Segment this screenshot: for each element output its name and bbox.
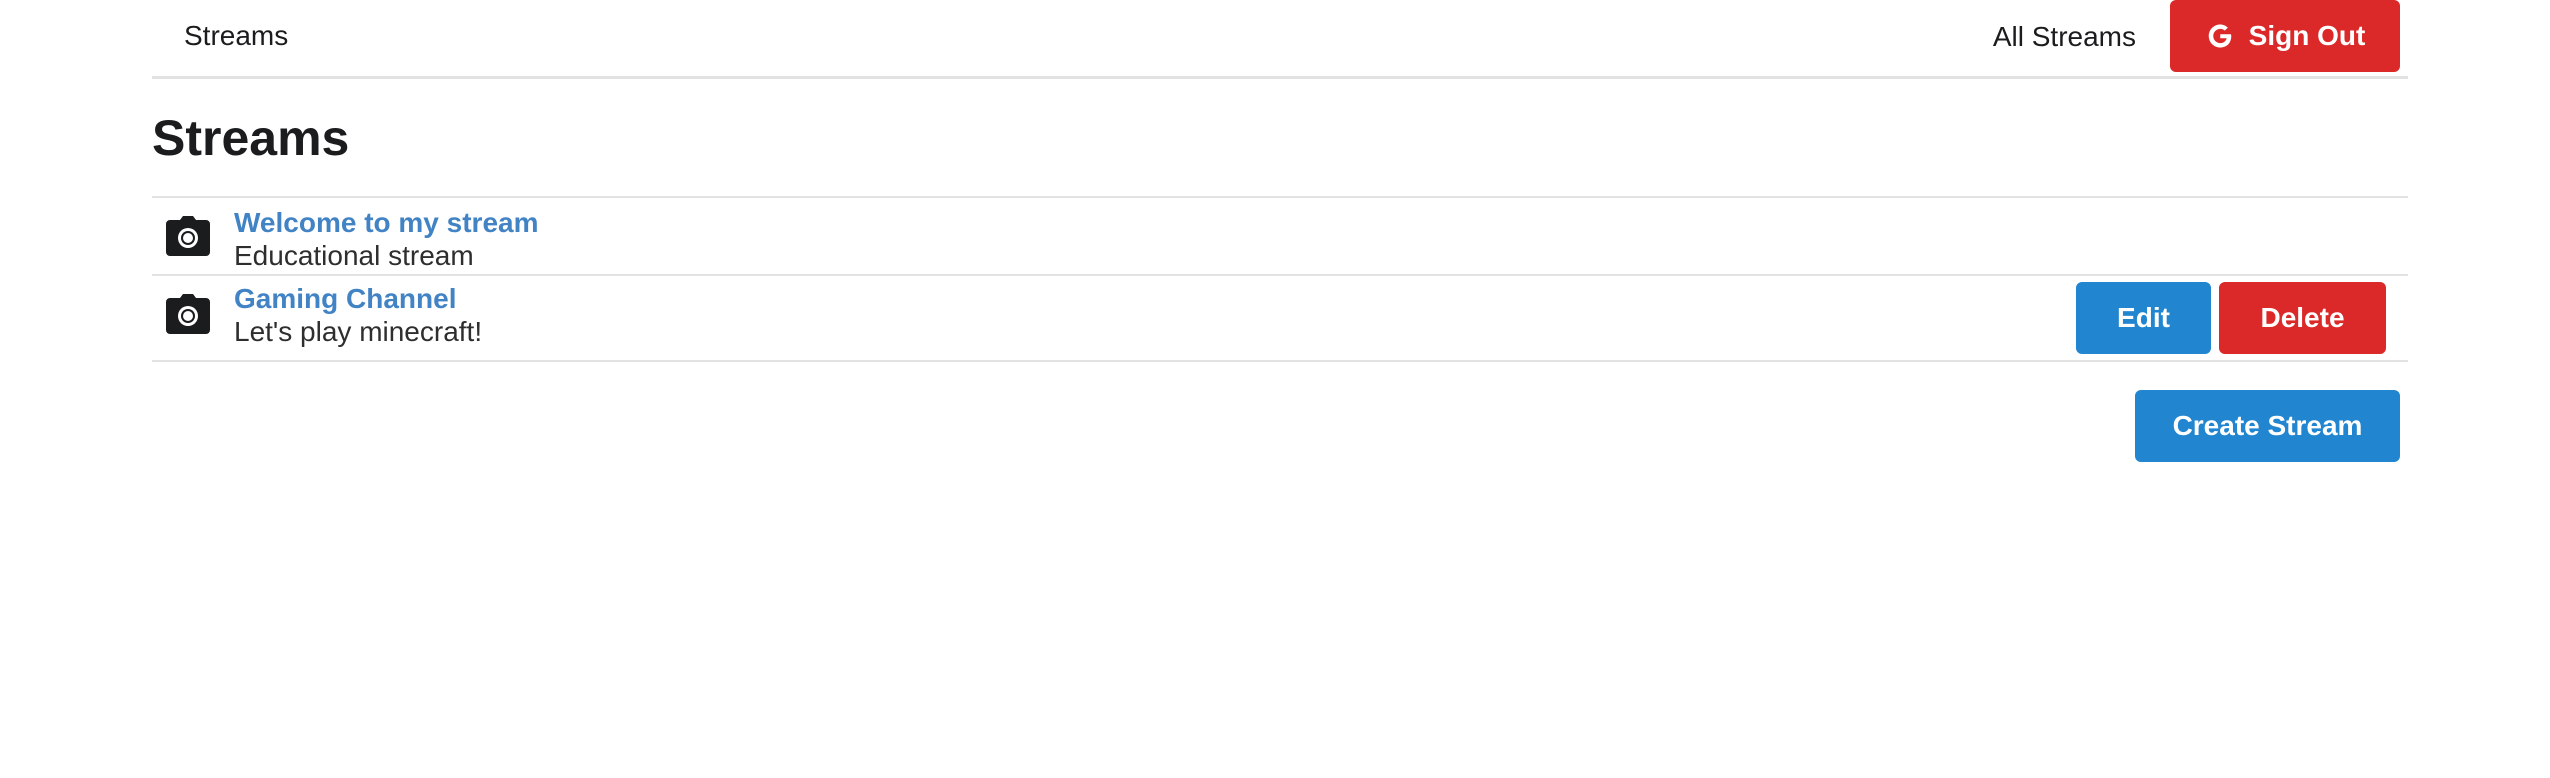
stream-content: Welcome to my stream Educational stream <box>234 206 539 272</box>
camera-icon <box>166 216 210 256</box>
stream-list-item: Welcome to my stream Educational stream <box>152 198 2408 276</box>
top-menu: Streams All Streams Sign Out <box>152 0 2408 79</box>
stream-actions: Edit Delete <box>2076 282 2386 354</box>
edit-button[interactable]: Edit <box>2076 282 2211 354</box>
page-title: Streams <box>152 110 350 166</box>
create-stream-button[interactable]: Create Stream <box>2135 390 2400 462</box>
page-container: Streams All Streams Sign Out Streams Wel… <box>152 0 2408 462</box>
stream-list: Welcome to my stream Educational stream … <box>152 196 2408 362</box>
all-streams-link[interactable]: All Streams <box>1993 19 2136 55</box>
google-icon <box>2208 24 2231 48</box>
sign-out-label: Sign Out <box>2248 20 2366 51</box>
stream-description: Educational stream <box>234 240 474 271</box>
delete-button[interactable]: Delete <box>2219 282 2386 354</box>
streams-home-link[interactable]: Streams <box>184 18 288 54</box>
stream-title-link[interactable]: Gaming Channel <box>234 282 482 316</box>
camera-icon <box>166 294 210 334</box>
stream-title-link[interactable]: Welcome to my stream <box>234 206 539 240</box>
stream-list-item: Gaming Channel Let's play minecraft! Edi… <box>152 276 2408 362</box>
create-stream-wrap: Create Stream <box>2135 390 2400 462</box>
stream-content: Gaming Channel Let's play minecraft! <box>234 282 482 348</box>
stream-description: Let's play minecraft! <box>234 316 483 347</box>
sign-out-button[interactable]: Sign Out <box>2170 0 2400 72</box>
menu-right-group: All Streams Sign Out <box>1993 0 2400 72</box>
